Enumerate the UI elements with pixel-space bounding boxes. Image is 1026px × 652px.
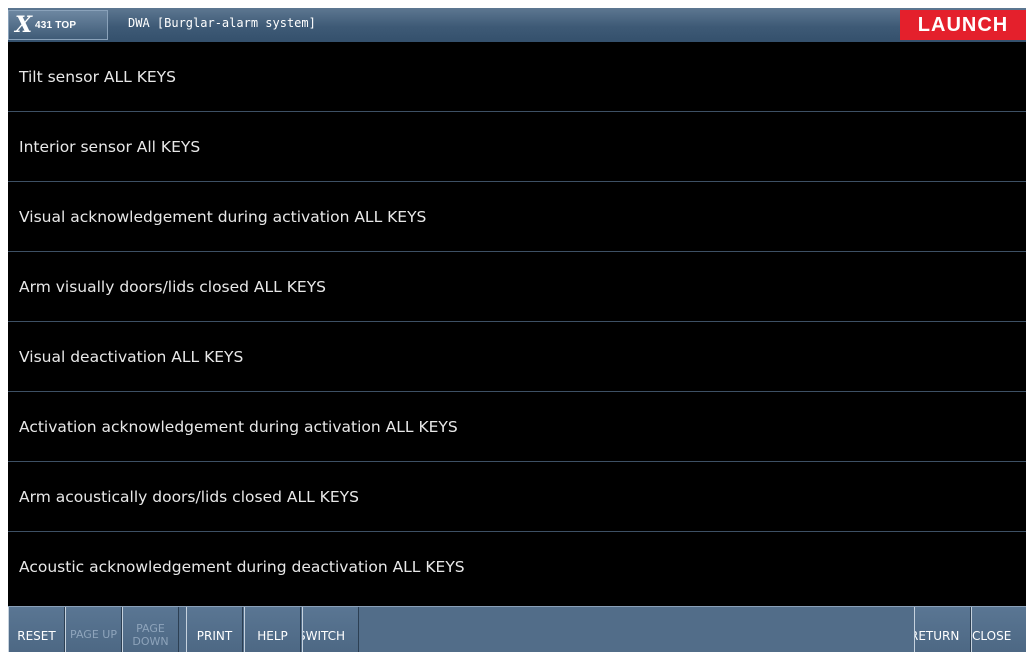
list-item[interactable]: Arm visually doors/lids closed ALL KEYS (8, 252, 1026, 322)
reset-button[interactable]: RESET (8, 607, 65, 652)
logo-x-glyph: X (15, 12, 33, 38)
list-item[interactable]: Tilt sensor ALL KEYS (8, 42, 1026, 112)
close-button[interactable]: CLOSE (971, 607, 1026, 652)
page-up-button[interactable]: PAGE UP (65, 607, 122, 652)
help-button[interactable]: HELP (244, 607, 301, 652)
list-item[interactable]: Visual deactivation ALL KEYS (8, 322, 1026, 392)
switch-button[interactable]: SWITCH (302, 607, 359, 652)
window-title: DWA [Burglar-alarm system] (128, 16, 316, 30)
list-item[interactable]: Acoustic acknowledgement during deactiva… (8, 532, 1026, 601)
list-item[interactable]: Visual acknowledgement during activation… (8, 182, 1026, 252)
menu-list: Tilt sensor ALL KEYS Interior sensor All… (8, 42, 1026, 606)
page-down-button[interactable]: PAGE DOWN (122, 607, 179, 652)
bottom-toolbar: RESET PAGE UP PAGE DOWN PRINT HELP SWITC… (8, 606, 1026, 652)
brand-logo: LAUNCH (900, 10, 1026, 40)
x431-logo-icon: X 431 TOP (8, 10, 108, 40)
list-item[interactable]: Interior sensor All KEYS (8, 112, 1026, 182)
list-item[interactable]: Arm acoustically doors/lids closed ALL K… (8, 462, 1026, 532)
print-button[interactable]: PRINT (186, 607, 243, 652)
logo-text: 431 TOP (35, 20, 77, 31)
list-item[interactable]: Activation acknowledgement during activa… (8, 392, 1026, 462)
app-screen: X 431 TOP DWA [Burglar-alarm system] LAU… (0, 0, 1026, 652)
return-button[interactable]: RETURN (914, 607, 971, 652)
title-bar: X 431 TOP DWA [Burglar-alarm system] LAU… (8, 8, 1026, 42)
